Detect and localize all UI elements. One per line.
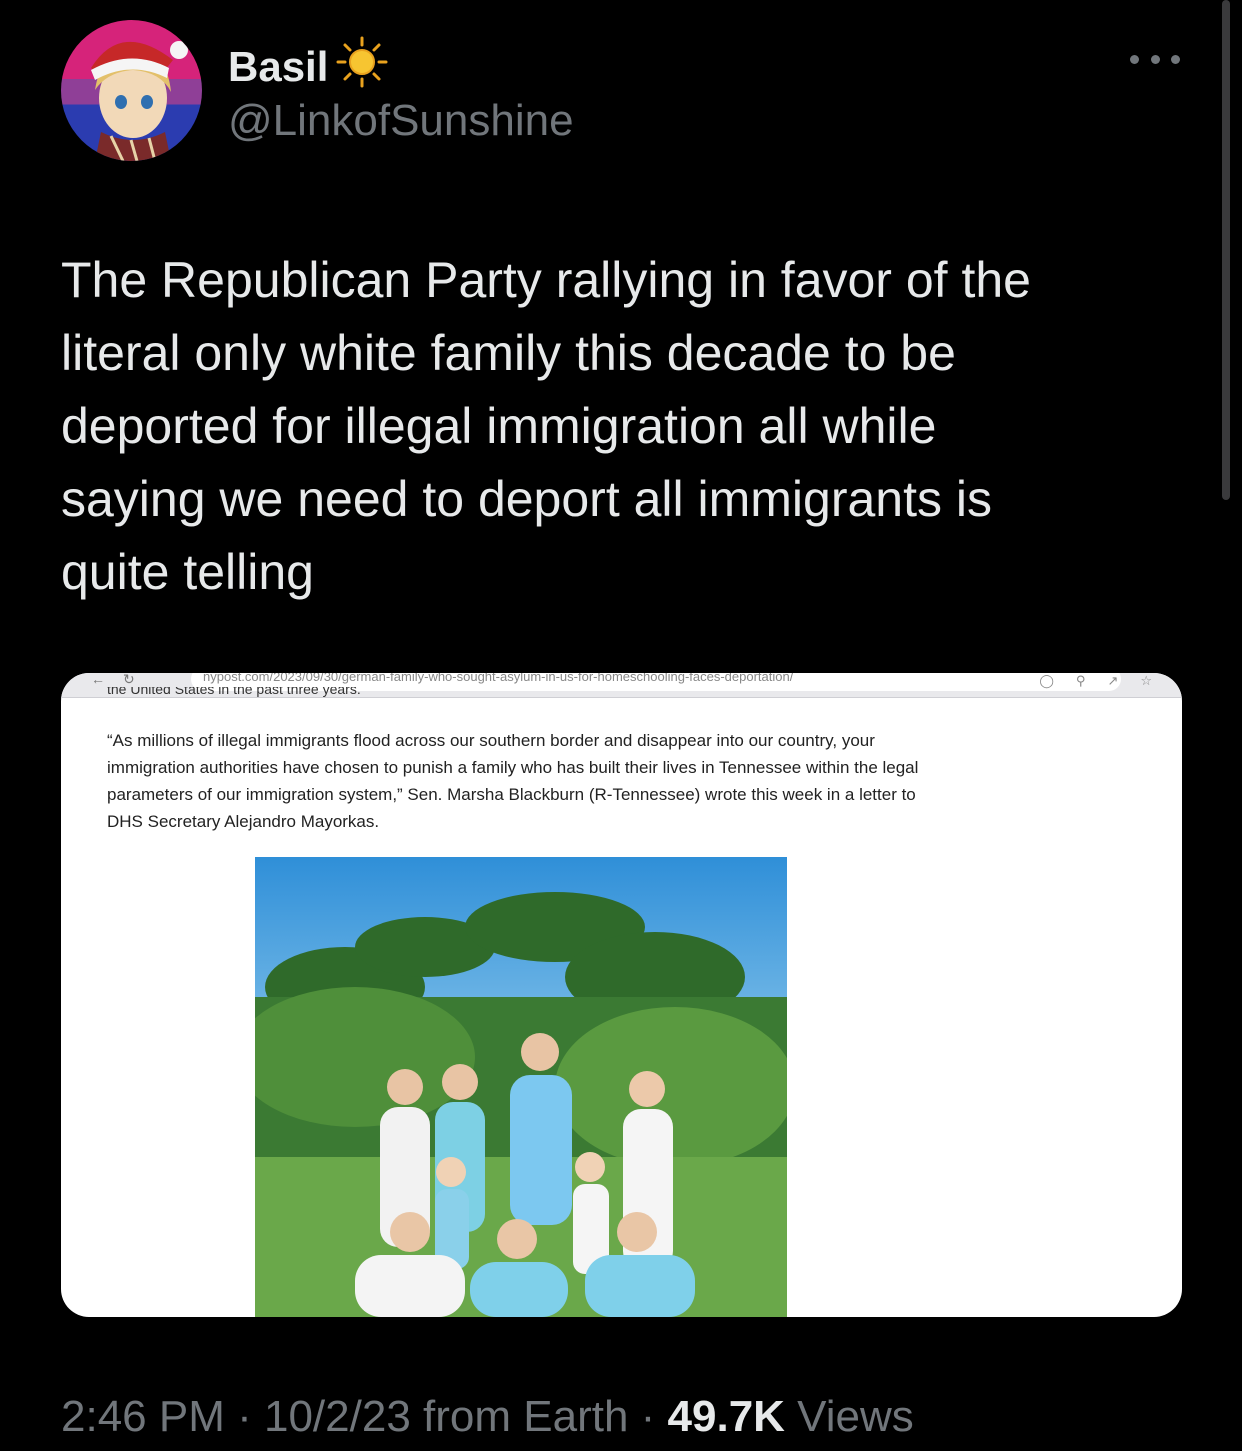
- views-count[interactable]: 49.7K: [668, 1392, 785, 1441]
- more-dot-icon: [1171, 54, 1180, 64]
- tweet-date[interactable]: 10/2/23: [264, 1392, 411, 1441]
- views-label: Views: [784, 1392, 914, 1441]
- extension-icon: ◯: [1039, 673, 1054, 688]
- scrollbar[interactable]: [1222, 0, 1230, 500]
- tweet-media-image[interactable]: ← ↻ nypost.com/2023/09/30/german-family-…: [61, 673, 1182, 1317]
- tweet-source: from Earth: [410, 1392, 629, 1441]
- reload-icon: ↻: [123, 673, 135, 687]
- tweet-meta: 2:46 PM · 10/2/23 from Earth · 49.7K Vie…: [61, 1392, 914, 1442]
- separator: ·: [628, 1392, 668, 1441]
- search-icon: ⚲: [1075, 673, 1086, 688]
- browser-nav: ← ↻: [91, 673, 135, 688]
- browser-actions: ◯ ⚲ ↗ ☆: [1039, 673, 1152, 693]
- more-dot-icon: [1150, 54, 1160, 64]
- tweet-text: The Republican Party rallying in favor o…: [61, 252, 1031, 600]
- user-handle[interactable]: @LinkofSunshine: [228, 96, 574, 146]
- tweet-detail-page: Basil @LinkofSunshine The Republican Par…: [0, 0, 1242, 1451]
- article-quote: “As millions of illegal immigrants flood…: [107, 731, 919, 831]
- back-arrow-icon: ←: [91, 673, 105, 687]
- sun-emoji-icon: [336, 36, 388, 98]
- display-name[interactable]: Basil: [228, 36, 388, 98]
- more-dot-icon: [1130, 54, 1139, 64]
- family-photo: [255, 857, 787, 1317]
- tweet-time[interactable]: 2:46 PM: [61, 1392, 225, 1441]
- separator: ·: [224, 1392, 264, 1441]
- display-name-text: Basil: [228, 43, 329, 90]
- more-options-button[interactable]: [1130, 44, 1180, 74]
- bookmark-star-icon: ☆: [1140, 673, 1152, 688]
- avatar[interactable]: [61, 20, 202, 161]
- share-icon: ↗: [1107, 673, 1119, 688]
- article-cut-line: the United States in the past three year…: [107, 687, 361, 697]
